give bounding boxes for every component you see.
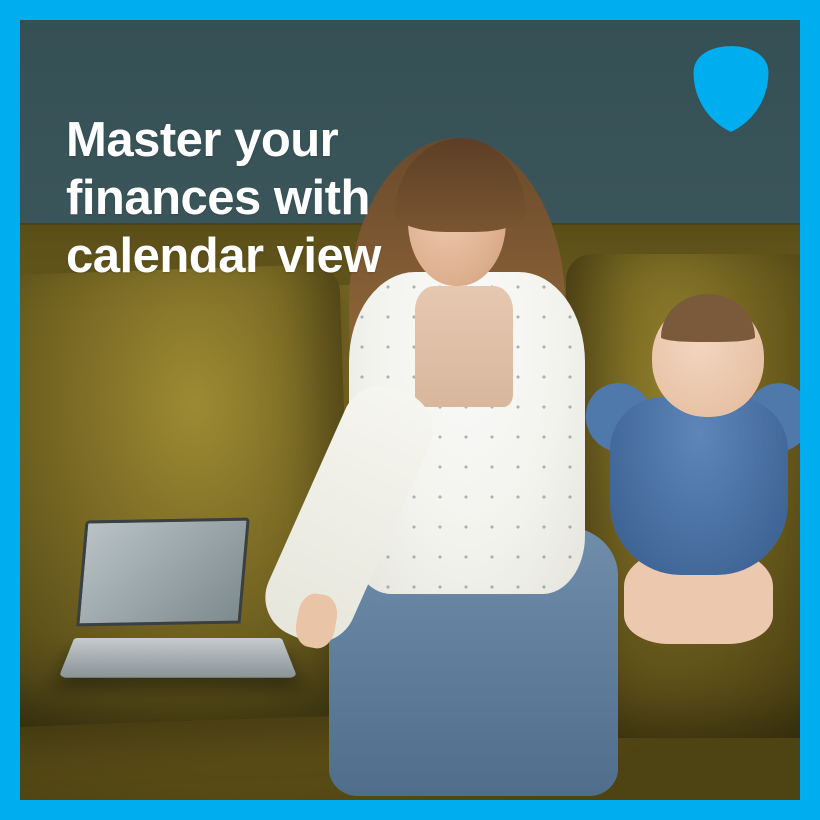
- baby-hair: [661, 294, 755, 342]
- woman-inner-top: [415, 286, 513, 407]
- baby-figure: [582, 301, 800, 644]
- laptop-screen: [76, 518, 249, 627]
- eagle-shield-icon: [692, 46, 770, 132]
- promo-image-area: Master your finances with calendar view: [20, 20, 800, 800]
- baby-dress: [610, 397, 788, 575]
- promo-headline: Master your finances with calendar view: [66, 112, 506, 285]
- laptop-keyboard-base: [58, 638, 297, 678]
- laptop: [67, 519, 301, 691]
- promo-frame: Master your finances with calendar view: [0, 0, 820, 820]
